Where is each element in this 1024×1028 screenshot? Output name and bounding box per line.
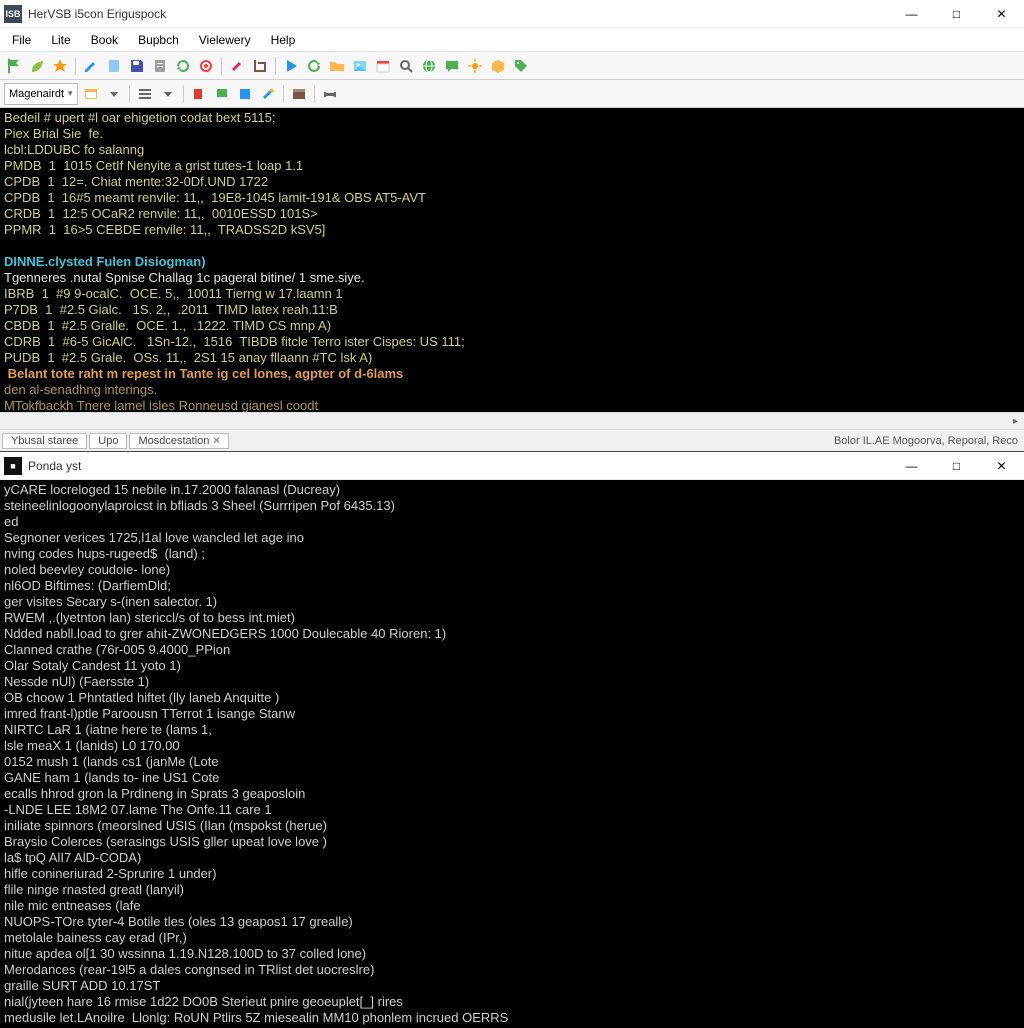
chat-icon[interactable]	[442, 56, 462, 76]
scroll-right-icon[interactable]: ▸	[1007, 413, 1024, 430]
puzzle-green-icon[interactable]	[212, 84, 232, 104]
tag-icon[interactable]	[511, 56, 531, 76]
gear-icon[interactable]	[465, 56, 485, 76]
menu-lite[interactable]: Lite	[41, 31, 80, 49]
menu-bupbch[interactable]: Bupbch	[128, 31, 189, 49]
image-icon[interactable]	[350, 56, 370, 76]
statusbar: Ybusal staree Upo Mosdcestation× Bolor I…	[0, 429, 1024, 451]
menu-file[interactable]: File	[2, 31, 41, 49]
flag-green-icon[interactable]	[4, 56, 24, 76]
play-icon[interactable]	[281, 56, 301, 76]
calendar-icon[interactable]	[373, 56, 393, 76]
globe-icon[interactable]	[419, 56, 439, 76]
console-output[interactable]: yCARE locreloged 15 nebile in.17.2000 fa…	[0, 480, 1024, 1028]
dropdown-icon[interactable]	[104, 84, 124, 104]
app-title: Ponda yst	[28, 459, 889, 473]
status-tab-3[interactable]: Mosdcestation×	[129, 433, 228, 449]
list-icon[interactable]	[135, 84, 155, 104]
document-icon[interactable]	[104, 56, 124, 76]
window-controls: — □ ✕	[889, 0, 1024, 27]
wand-icon[interactable]	[258, 84, 278, 104]
leaf-icon[interactable]	[27, 56, 47, 76]
menu-help[interactable]: Help	[261, 31, 306, 49]
status-tab-1[interactable]: Ybusal staree	[2, 433, 87, 449]
printer-icon[interactable]	[320, 84, 340, 104]
app-icon: ■	[4, 457, 22, 475]
folder-icon[interactable]	[327, 56, 347, 76]
options-bar: Magenairdt ▾	[0, 80, 1024, 108]
maximize-button[interactable]: □	[934, 0, 979, 27]
divider	[314, 85, 315, 103]
app-title: HerVSB i5con Eriguspock	[28, 7, 889, 21]
divider	[183, 85, 184, 103]
secondary-console-window: ■ Ponda yst — □ ✕ yCARE locreloged 15 ne…	[0, 451, 1024, 1028]
titlebar: ISB HerVSB i5con Eriguspock — □ ✕	[0, 0, 1024, 28]
search-icon[interactable]	[396, 56, 416, 76]
menubar: File Lite Book Bupbch Vielewery Help	[0, 28, 1024, 52]
divider	[283, 85, 284, 103]
menu-vielewery[interactable]: Vielewery	[189, 31, 261, 49]
crop-icon[interactable]	[250, 56, 270, 76]
pencil-icon[interactable]	[81, 56, 101, 76]
close-button[interactable]: ✕	[979, 0, 1024, 27]
mode-combo[interactable]: Magenairdt ▾	[4, 83, 78, 105]
scrollbar-track[interactable]	[0, 413, 1007, 429]
puzzle-blue-icon[interactable]	[235, 84, 255, 104]
divider	[129, 85, 130, 103]
toolbar	[0, 52, 1024, 80]
combo-value: Magenairdt	[9, 88, 64, 100]
box-icon[interactable]	[488, 56, 508, 76]
divider	[75, 57, 76, 75]
target-icon[interactable]	[196, 56, 216, 76]
titlebar: ■ Ponda yst — □ ✕	[0, 452, 1024, 480]
puzzle-red-icon[interactable]	[189, 84, 209, 104]
save-icon[interactable]	[127, 56, 147, 76]
refresh-icon[interactable]	[173, 56, 193, 76]
close-button[interactable]: ✕	[979, 452, 1024, 479]
reload-icon[interactable]	[304, 56, 324, 76]
minimize-button[interactable]: —	[889, 452, 934, 479]
main-app-window: ISB HerVSB i5con Eriguspock — □ ✕ File L…	[0, 0, 1024, 451]
menu-book[interactable]: Book	[81, 31, 128, 49]
app-icon: ISB	[4, 5, 22, 23]
divider	[221, 57, 222, 75]
minimize-button[interactable]: —	[889, 0, 934, 27]
clipboard-icon[interactable]	[150, 56, 170, 76]
window-controls: — □ ✕	[889, 452, 1024, 479]
terminal-output[interactable]: Bedeil # upert #l oar ehigetion codat be…	[0, 108, 1024, 412]
window-icon[interactable]	[81, 84, 101, 104]
divider	[275, 57, 276, 75]
archive-icon[interactable]	[289, 84, 309, 104]
horizontal-scrollbar[interactable]: ▸	[0, 412, 1024, 429]
maximize-button[interactable]: □	[934, 452, 979, 479]
status-right-text: Bolor IL.AE Mogoorva, Reporal, Reco	[834, 435, 1024, 447]
brush-icon[interactable]	[227, 56, 247, 76]
dropdown2-icon[interactable]	[158, 84, 178, 104]
star-icon[interactable]	[50, 56, 70, 76]
status-tab-2[interactable]: Upo	[89, 433, 127, 449]
chevron-down-icon: ▾	[68, 88, 73, 99]
close-tab-icon[interactable]: ×	[213, 435, 219, 447]
